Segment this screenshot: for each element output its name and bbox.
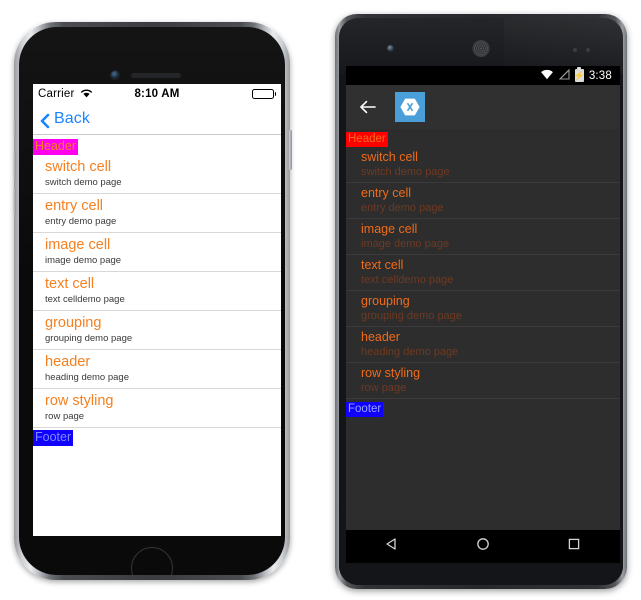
- iphone-device: Carrier 8:10 AM Back Header switch cell …: [12, 22, 292, 580]
- android-bezel: ⚡ 3:38 Header switch cell switch demo pa…: [339, 18, 623, 585]
- android-device: ⚡ 3:38 Header switch cell switch demo pa…: [335, 14, 627, 589]
- list-item-title: image cell: [361, 222, 418, 236]
- ios-status-bar: Carrier 8:10 AM: [33, 84, 281, 104]
- chevron-left-icon: [39, 113, 51, 129]
- back-button-label: Back: [54, 110, 90, 127]
- back-button[interactable]: Back: [39, 110, 90, 129]
- android-section-footer-row: Footer: [346, 399, 620, 417]
- ios-navigation-bar: Back: [33, 104, 281, 135]
- xamarin-logo-icon[interactable]: [395, 92, 425, 122]
- list-item-title: text cell: [361, 258, 404, 272]
- list-item[interactable]: switch cell switch demo page: [346, 147, 620, 183]
- list-item[interactable]: image cell image demo page: [33, 233, 281, 272]
- list-item-detail: switch demo page: [361, 166, 450, 178]
- nav-home-circle-icon[interactable]: [475, 536, 491, 557]
- earpiece-speaker-icon: [472, 40, 490, 57]
- list-item[interactable]: grouping grouping demo page: [346, 291, 620, 327]
- list-item-title: image cell: [45, 237, 111, 253]
- iphone-mute-switch[interactable]: [12, 120, 16, 136]
- screenshot-stage: Carrier 8:10 AM Back Header switch cell …: [0, 0, 641, 600]
- list-item[interactable]: row styling row page: [33, 389, 281, 428]
- list-item-detail: text celldemo page: [361, 274, 454, 286]
- list-item-title: grouping: [361, 294, 410, 308]
- section-footer-label: Footer: [33, 430, 74, 446]
- list-item-detail: grouping demo page: [45, 333, 133, 344]
- list-item-detail: grouping demo page: [361, 310, 462, 322]
- ios-list-view[interactable]: Header switch cell switch demo page entr…: [33, 135, 281, 446]
- list-item-title: header: [45, 354, 91, 370]
- list-item-detail: entry demo page: [361, 202, 444, 214]
- android-screen: ⚡ 3:38 Header switch cell switch demo pa…: [346, 66, 620, 542]
- list-item-detail: switch demo page: [45, 177, 122, 188]
- section-header-label: Header: [33, 139, 78, 155]
- list-item-detail: entry demo page: [45, 216, 117, 227]
- ios-section-footer-row: Footer: [33, 428, 281, 446]
- android-section-header-row: Header: [346, 129, 620, 147]
- list-item-title: text cell: [45, 276, 95, 292]
- android-action-bar: [346, 85, 620, 129]
- android-navigation-bar: [346, 530, 620, 563]
- list-item-title: entry cell: [361, 186, 412, 200]
- list-item[interactable]: entry cell entry demo page: [346, 183, 620, 219]
- list-item[interactable]: row styling row page: [346, 363, 620, 399]
- list-item-title: row styling: [45, 393, 114, 409]
- section-header-label: Header: [346, 132, 388, 147]
- list-item-title: switch cell: [361, 150, 418, 164]
- android-status-bar: ⚡ 3:38: [346, 66, 620, 85]
- list-item[interactable]: header heading demo page: [346, 327, 620, 363]
- list-item-detail: row page: [45, 411, 85, 422]
- android-bottom-bezel: [339, 563, 623, 585]
- wifi-icon: [540, 67, 554, 85]
- battery-icon: [251, 89, 276, 99]
- no-signal-icon: [558, 67, 570, 85]
- nav-recents-square-icon[interactable]: [566, 536, 582, 557]
- list-item-title: grouping: [45, 315, 102, 331]
- iphone-volume-down-button[interactable]: [12, 188, 16, 214]
- list-item-detail: heading demo page: [361, 346, 459, 358]
- list-item-title: entry cell: [45, 198, 104, 214]
- front-camera-icon: [387, 45, 394, 52]
- list-item-detail: heading demo page: [45, 372, 129, 383]
- list-item[interactable]: grouping grouping demo page: [33, 311, 281, 350]
- list-item-detail: text celldemo page: [45, 294, 125, 305]
- battery-charging-icon: ⚡: [573, 67, 585, 82]
- nav-back-triangle-icon[interactable]: [384, 536, 400, 557]
- earpiece-speaker-icon: [131, 73, 181, 78]
- iphone-volume-up-button[interactable]: [12, 152, 16, 178]
- status-time: 3:38: [588, 69, 612, 82]
- light-sensor-icon: [586, 48, 590, 52]
- front-camera-icon: [111, 71, 119, 79]
- section-footer-label: Footer: [346, 402, 384, 417]
- list-item-detail: image demo page: [45, 255, 122, 266]
- proximity-sensor-icon: [573, 48, 577, 52]
- list-item-detail: row page: [361, 382, 407, 394]
- list-item-title: switch cell: [45, 159, 112, 175]
- iphone-bezel: Carrier 8:10 AM Back Header switch cell …: [19, 27, 285, 575]
- list-item-title: header: [361, 330, 400, 344]
- status-time: 8:10 AM: [134, 88, 180, 100]
- list-item[interactable]: text cell text celldemo page: [346, 255, 620, 291]
- ios-section-header-row: Header: [33, 135, 281, 155]
- list-item[interactable]: entry cell entry demo page: [33, 194, 281, 233]
- list-item[interactable]: header heading demo page: [33, 350, 281, 389]
- iphone-power-button[interactable]: [288, 130, 292, 170]
- list-item-title: row styling: [361, 366, 421, 380]
- list-item[interactable]: text cell text celldemo page: [33, 272, 281, 311]
- iphone-screen: Carrier 8:10 AM Back Header switch cell …: [33, 84, 281, 536]
- list-item-detail: image demo page: [361, 238, 450, 250]
- home-button[interactable]: [131, 547, 173, 575]
- arrow-left-icon[interactable]: [358, 97, 378, 117]
- list-item[interactable]: switch cell switch demo page: [33, 155, 281, 194]
- android-list-view[interactable]: Header switch cell switch demo page entr…: [346, 129, 620, 417]
- list-item[interactable]: image cell image demo page: [346, 219, 620, 255]
